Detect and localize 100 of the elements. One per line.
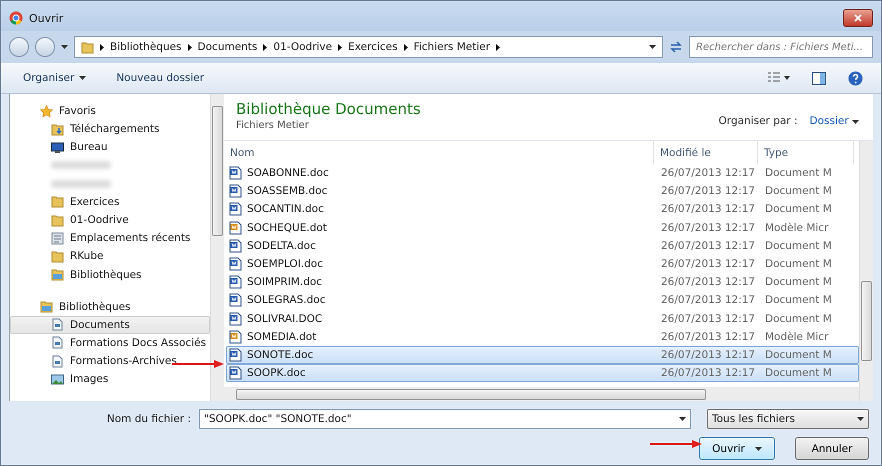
library-icon: [40, 300, 53, 314]
file-row[interactable]: SODELTA.doc 26/07/2013 12:17 Document M: [226, 236, 859, 255]
chevron-icon: [100, 44, 104, 50]
file-row[interactable]: SOIMPRIM.doc 26/07/2013 12:17 Document M: [226, 273, 859, 292]
sidebar-group[interactable]: Bibliothèques: [59, 300, 131, 313]
breadcrumb[interactable]: 01-Oodrive: [273, 41, 332, 53]
app-logo-icon: [9, 11, 23, 25]
file-row[interactable]: SOASSEMB.doc 26/07/2013 12:17 Document M: [226, 182, 859, 200]
file-row[interactable]: SOOPK.doc 26/07/2013 12:17 Document M: [226, 364, 859, 382]
file-name: SOEMPLOI.doc: [247, 258, 323, 270]
folder-icon: [51, 195, 64, 208]
open-button[interactable]: Ouvrir: [699, 437, 775, 460]
date-cell-text: 26/07/2013 12:17: [660, 312, 756, 327]
sidebar-item[interactable]: Bibliothèques: [10, 266, 210, 284]
horizontal-scrollbar[interactable]: [224, 387, 859, 401]
help-icon[interactable]: [848, 70, 863, 86]
file-row[interactable]: SOCHEQUE.dot 26/07/2013 12:17 Modèle Micr: [226, 218, 859, 237]
sidebar-item[interactable]: Exercices: [10, 192, 210, 211]
date-cell-text: 26/07/2013 12:17: [660, 166, 756, 182]
file-row[interactable]: SOMEDIA.dot 26/07/2013 12:17 Modèle Micr: [226, 328, 859, 346]
type-cell-text: Document M: [764, 275, 833, 290]
word-file-icon: [229, 202, 242, 216]
new-folder-button[interactable]: Nouveau dossier: [112, 70, 208, 86]
file-row[interactable]: SOLIVRAI.DOC 26/07/2013 12:17 Document M: [226, 310, 859, 328]
sidebar-item[interactable]: Formations Docs Associés: [10, 334, 210, 352]
forward-button[interactable]: [35, 37, 55, 57]
arrange-dropdown[interactable]: Dossier: [810, 115, 859, 127]
chevron-icon: [496, 44, 500, 50]
word-file-icon: [229, 366, 242, 380]
file-type-dropdown[interactable]: Tous les fichiers: [707, 409, 869, 429]
date-cell-text: 26/07/2013 12:17: [660, 275, 756, 290]
breadcrumb[interactable]: Fichiers Metier: [414, 41, 490, 53]
back-button[interactable]: [9, 37, 29, 57]
sidebar-item[interactable]: 01-Oodrive: [10, 210, 210, 230]
monitor-icon: [51, 140, 64, 154]
file-name: SOLIVRAI.DOC: [247, 312, 322, 325]
sidebar-group[interactable]: Favoris: [59, 105, 96, 117]
date-cell-text: 26/07/2013 12:17: [660, 184, 756, 200]
file-row[interactable]: SOLEGRAS.doc 26/07/2013 12:17 Document M: [226, 291, 859, 310]
caret-icon: [679, 417, 686, 421]
file-name: SOLEGRAS.doc: [247, 294, 326, 306]
blurred-item: [51, 180, 111, 188]
file-row[interactable]: SONOTE.doc 26/07/2013 12:17 Document M: [226, 346, 859, 364]
file-list-scrollbar[interactable]: [859, 141, 873, 401]
date-cell-text: 26/07/2013 12:17: [660, 220, 756, 236]
caret-icon: [754, 446, 762, 450]
image-icon: [51, 372, 64, 386]
sidebar-item[interactable]: Images: [10, 370, 210, 388]
type-cell-text: Modèle Micr: [764, 220, 830, 236]
view-options-icon[interactable]: [768, 72, 790, 84]
column-header[interactable]: Type: [758, 141, 854, 164]
dropdown-caret-icon: [649, 45, 656, 49]
arrange-label: Organiser par :: [718, 115, 798, 127]
close-icon: [854, 14, 862, 22]
refresh-icon[interactable]: [669, 40, 683, 54]
organize-menu[interactable]: Organiser: [19, 70, 90, 86]
sidebar-item[interactable]: RKube: [10, 247, 210, 266]
date-cell-text: 26/07/2013 12:17: [660, 330, 756, 345]
file-row[interactable]: SOABONNE.doc 26/07/2013 12:17 Document M: [226, 164, 859, 182]
column-header[interactable]: Modifié le: [654, 141, 758, 164]
breadcrumb[interactable]: Bibliothèques: [110, 41, 182, 53]
type-cell-text: Document M: [764, 257, 833, 272]
column-header[interactable]: Nom: [224, 141, 654, 164]
file-name: SODELTA.doc: [247, 240, 316, 252]
file-name: SONOTE.doc: [247, 348, 314, 361]
file-name: SOCANTIN.doc: [247, 203, 324, 216]
search-field[interactable]: Rechercher dans : Fichiers Meti...: [689, 36, 873, 58]
date-cell-text: 26/07/2013 12:17: [660, 238, 756, 254]
type-cell-text: Document M: [764, 184, 833, 200]
filename-field[interactable]: "SOOPK.doc" "SONOTE.doc": [199, 409, 691, 429]
file-row[interactable]: SOCANTIN.doc 26/07/2013 12:17 Document M: [226, 200, 859, 219]
annotation-arrow: [650, 440, 702, 448]
close-button[interactable]: [843, 9, 873, 27]
sidebar-item[interactable]: Bureau: [10, 138, 210, 156]
word-file-icon: [229, 330, 242, 344]
sidebar-item[interactable]: Documents: [10, 316, 210, 334]
word-file-icon: [229, 184, 242, 198]
file-row[interactable]: SOEMPLOI.doc 26/07/2013 12:17 Document M: [226, 254, 859, 274]
word-file-icon: [229, 348, 242, 362]
file-name: SOOPK.doc: [247, 367, 306, 380]
breadcrumb[interactable]: Exercices: [348, 41, 398, 53]
library-title: Bibliothèque Documents: [236, 100, 421, 118]
breadcrumb[interactable]: Documents: [198, 41, 258, 53]
sidebar-scrollbar[interactable]: [210, 94, 224, 401]
sidebar-item[interactable]: Emplacements récents: [10, 229, 210, 248]
chevron-icon: [404, 44, 408, 50]
preview-pane-icon[interactable]: [812, 72, 826, 84]
document-icon: [51, 354, 64, 368]
type-cell-text: Modèle Micr: [764, 330, 830, 345]
download-folder-icon: [51, 122, 64, 136]
sidebar-item[interactable]: Formations-Archives: [10, 352, 210, 370]
type-cell-text: Document M: [764, 202, 833, 218]
folder-icon: [51, 250, 64, 263]
cancel-button[interactable]: Annuler: [795, 437, 869, 460]
filename-label: Nom du fichier :: [106, 413, 191, 425]
sidebar-item[interactable]: Téléchargements: [10, 120, 210, 138]
address-bar[interactable]: Bibliothèques Documents 01-Oodrive Exercices Fichiers Metier: [74, 36, 663, 58]
file-name: SOIMPRIM.doc: [247, 276, 322, 288]
word-file-icon: [229, 166, 242, 180]
word-file-icon: [229, 275, 242, 290]
